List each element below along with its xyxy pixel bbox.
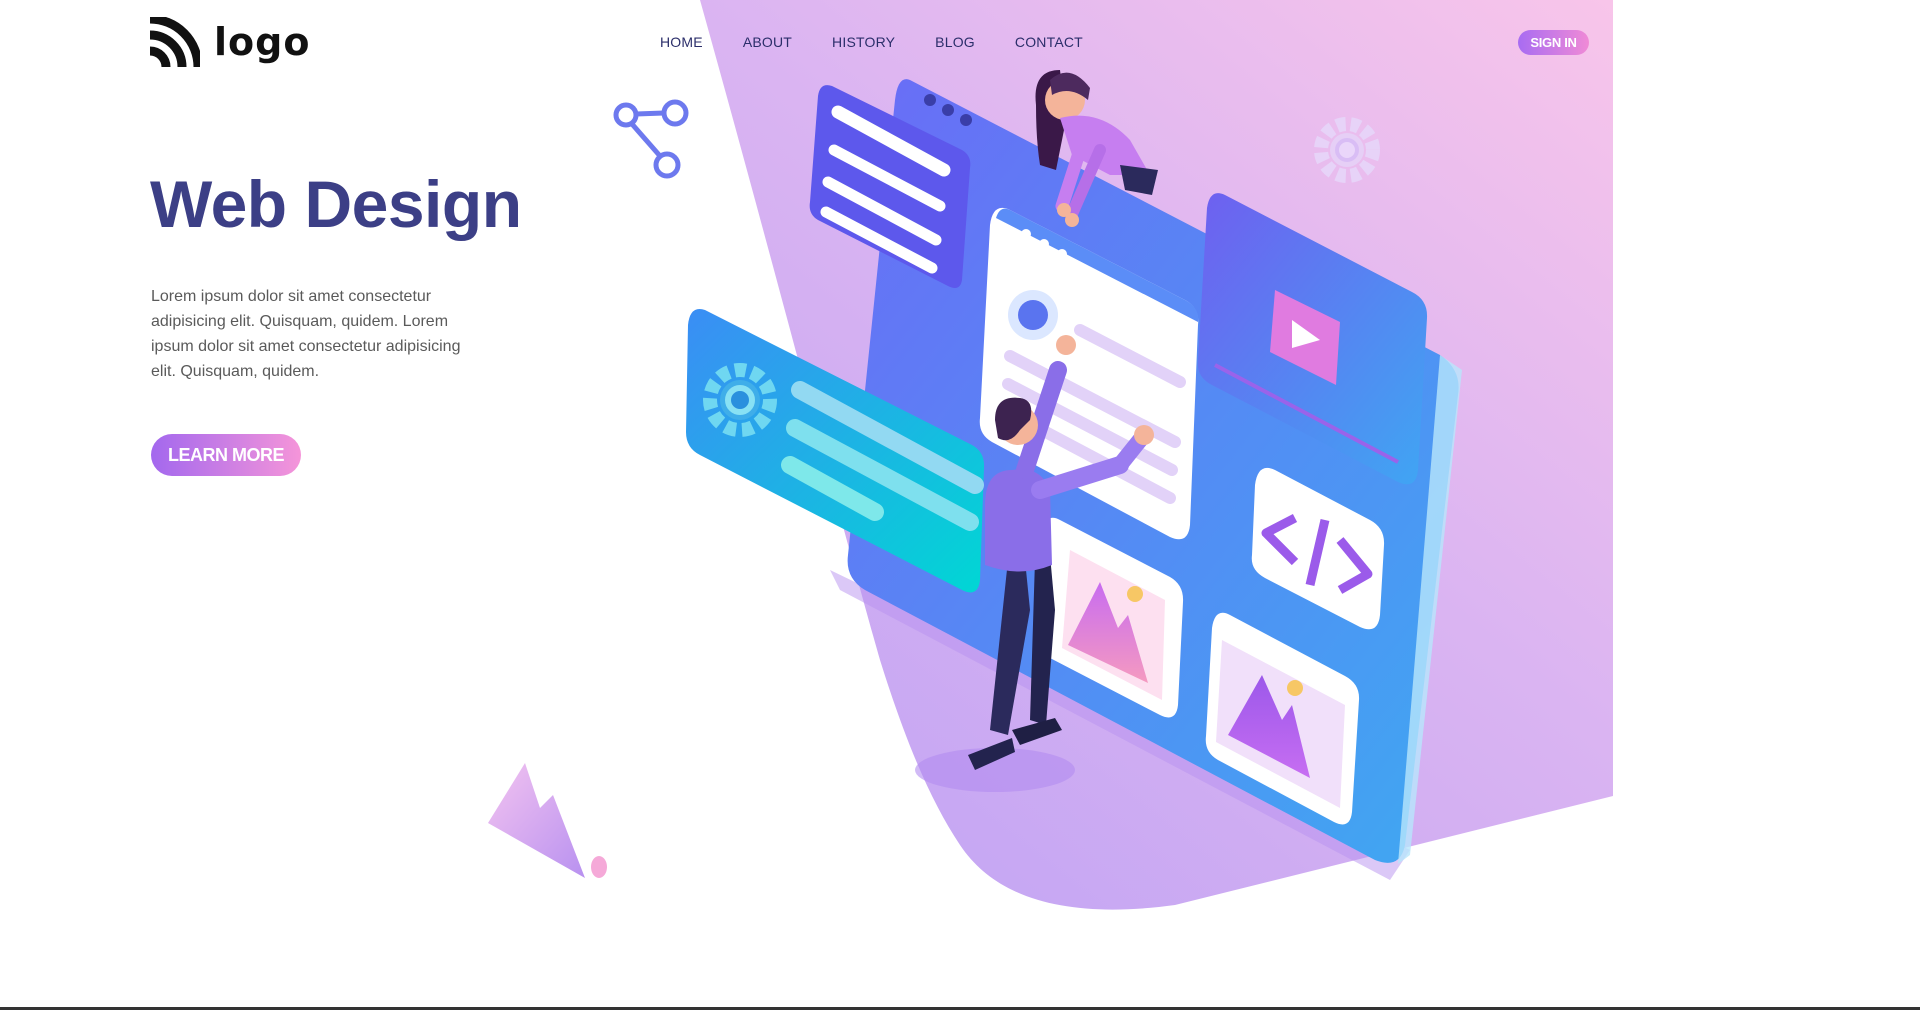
- gear-icon: [1314, 117, 1380, 183]
- web-design-illustration: [488, 70, 1462, 880]
- share-icon: [613, 99, 689, 179]
- mountain-decoration: [488, 763, 607, 878]
- landing-page: logo HOME ABOUT HISTORY BLOG CONTACT SIG…: [0, 0, 1920, 1010]
